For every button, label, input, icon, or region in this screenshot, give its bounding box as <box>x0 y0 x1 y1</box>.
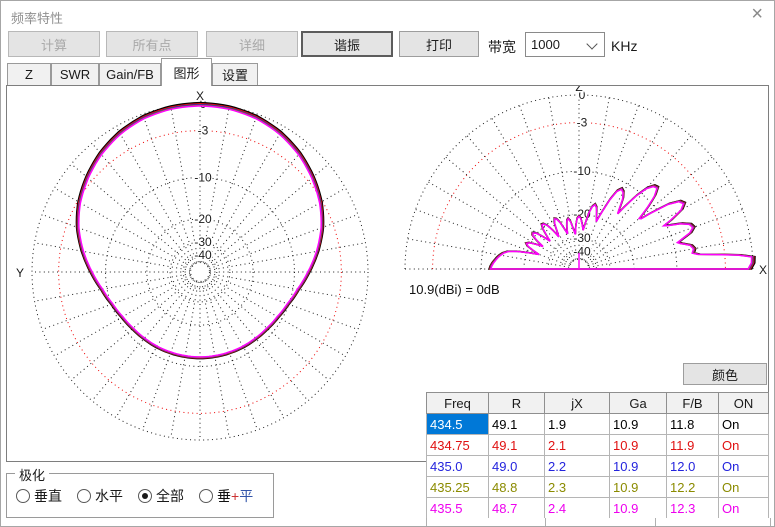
table-cell[interactable]: On <box>718 434 769 456</box>
all-points-button[interactable]: 所有点 <box>106 31 198 57</box>
radio-all[interactable]: 全部 <box>138 486 184 506</box>
radio-label: 垂直 <box>34 487 62 504</box>
table-cell[interactable]: On <box>718 455 769 477</box>
color-button[interactable]: 颜色 <box>683 363 767 385</box>
table-cell[interactable]: 1.9 <box>544 413 610 435</box>
divider <box>545 518 546 526</box>
tab-graph[interactable]: 图形 <box>161 58 212 86</box>
tab-gainfb[interactable]: Gain/FB <box>99 63 161 85</box>
column-header-fb[interactable]: F/B <box>666 392 719 414</box>
tab-z[interactable]: Z <box>7 63 51 85</box>
svg-text:Y: Y <box>16 266 24 280</box>
table-cell[interactable]: 10.9 <box>609 455 667 477</box>
table-cell[interactable]: 10.9 <box>609 434 667 456</box>
table-cell[interactable]: 2.3 <box>544 476 610 498</box>
radio-vertical[interactable]: 垂直 <box>16 486 62 506</box>
table-cell[interactable]: 49.1 <box>488 413 545 435</box>
table-cell[interactable]: 49.0 <box>488 455 545 477</box>
divider <box>655 518 656 526</box>
table-cell[interactable]: 11.8 <box>666 413 719 435</box>
column-header-on[interactable]: ON <box>718 392 769 414</box>
bandwidth-unit-label: KHz <box>611 38 638 54</box>
table-cell[interactable]: 435.5 <box>426 497 489 519</box>
bandwidth-value: 1000 <box>531 37 560 52</box>
table-cell[interactable]: 48.7 <box>488 497 545 519</box>
svg-text:X: X <box>759 263 767 277</box>
gain-reference-note: 10.9(dBi) = 0dB <box>409 282 500 297</box>
table-cell[interactable]: 434.75 <box>426 434 489 456</box>
frequency-characteristics-dialog: 频率特性 × 计算 所有点 详细 谐振 打印 带宽 1000 KHz Z SWR… <box>0 0 775 527</box>
column-header-ga[interactable]: Ga <box>609 392 667 414</box>
table-cell[interactable]: 2.2 <box>544 455 610 477</box>
table-row: 435.25 48.8 2.3 10.9 12.2 On <box>426 476 769 498</box>
radio-icon[interactable] <box>16 488 30 503</box>
svg-text:-3: -3 <box>577 116 588 130</box>
window-title: 频率特性 <box>11 11 64 26</box>
polarization-group-label: 极化 <box>15 465 50 484</box>
table-cell[interactable]: 10.9 <box>609 476 667 498</box>
polarization-group: 极化 垂直 水平 全部 垂+平 <box>6 465 274 518</box>
resonance-button[interactable]: 谐振 <box>301 31 393 57</box>
frequency-table: Freq R jX Ga F/B ON 434.5 49.1 1.9 10.9 11.8… <box>426 392 769 519</box>
print-button[interactable]: 打印 <box>399 31 479 57</box>
chevron-down-icon[interactable] <box>586 38 598 50</box>
radio-icon[interactable] <box>77 488 91 503</box>
table-cell[interactable]: On <box>718 497 769 519</box>
table-cell[interactable]: 49.1 <box>488 434 545 456</box>
table-cell[interactable]: 10.9 <box>609 413 667 435</box>
table-cell[interactable]: 435.25 <box>426 476 489 498</box>
table-cell[interactable]: 10.9 <box>609 497 667 519</box>
radio-horizontal[interactable]: 水平 <box>77 486 123 506</box>
table-cell[interactable]: 434.5 <box>426 413 489 435</box>
table-cell[interactable]: 48.8 <box>488 476 545 498</box>
radio-label: 垂+平 <box>217 487 254 504</box>
tab-settings[interactable]: 设置 <box>212 63 258 85</box>
table-cell[interactable]: 12.3 <box>666 497 719 519</box>
table-cell[interactable]: 12.0 <box>666 455 719 477</box>
radio-vert-plus-horiz[interactable]: 垂+平 <box>199 486 253 506</box>
close-icon[interactable]: × <box>751 4 763 24</box>
radio-label: 全部 <box>156 487 184 504</box>
table-cell[interactable]: 12.2 <box>666 476 719 498</box>
table-row: 434.5 49.1 1.9 10.9 11.8 On <box>426 413 769 435</box>
bandwidth-label: 带宽 <box>488 39 516 55</box>
column-header-jx[interactable]: jX <box>544 392 610 414</box>
calculate-button[interactable]: 计算 <box>8 31 100 57</box>
column-header-freq[interactable]: Freq <box>426 392 489 414</box>
table-cell[interactable]: On <box>718 413 769 435</box>
table-cell[interactable]: 435.0 <box>426 455 489 477</box>
svg-text:-10: -10 <box>573 164 591 178</box>
svg-text:Z: Z <box>575 86 582 94</box>
table-header-row: Freq R jX Ga F/B ON <box>426 392 769 414</box>
table-cell[interactable]: On <box>718 476 769 498</box>
detail-button[interactable]: 详细 <box>206 31 298 57</box>
svg-text:-40: -40 <box>573 245 591 259</box>
table-row: 435.5 48.7 2.4 10.9 12.3 On <box>426 497 769 519</box>
bandwidth-combobox[interactable]: 1000 <box>525 32 605 57</box>
table-row: 434.75 49.1 2.1 10.9 11.9 On <box>426 434 769 456</box>
radio-label: 水平 <box>95 487 123 504</box>
svg-text:-40: -40 <box>194 248 212 262</box>
svg-text:X: X <box>196 89 204 103</box>
radio-icon[interactable] <box>199 488 213 503</box>
column-header-r[interactable]: R <box>488 392 545 414</box>
svg-text:-3: -3 <box>198 124 209 138</box>
table-row: 435.0 49.0 2.2 10.9 12.0 On <box>426 455 769 477</box>
svg-text:-10: -10 <box>194 171 212 185</box>
table-cell[interactable]: 2.4 <box>544 497 610 519</box>
table-cell[interactable]: 2.1 <box>544 434 610 456</box>
clipped-table-row <box>426 518 771 526</box>
tab-swr[interactable]: SWR <box>51 63 99 85</box>
svg-text:-20: -20 <box>194 212 212 226</box>
radio-icon[interactable] <box>138 488 152 503</box>
svg-text:-30: -30 <box>194 235 212 249</box>
table-cell[interactable]: 11.9 <box>666 434 719 456</box>
